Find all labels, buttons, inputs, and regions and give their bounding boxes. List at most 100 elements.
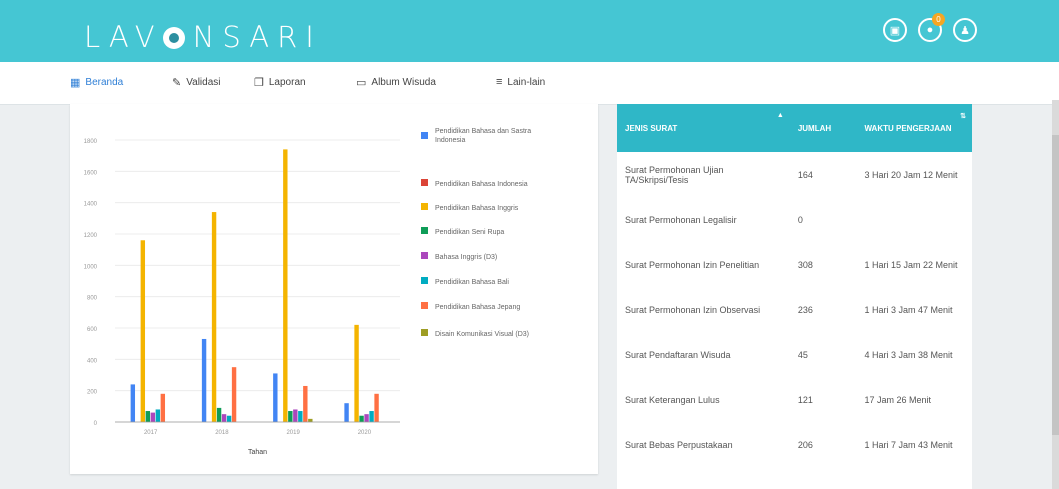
chart-card: 0 200 400 600 800 1000 1200 1400 1600 1800 2017 201… [70, 104, 598, 474]
table-row: Surat Keterangan Lulus 121 17 Jam 26 Menit [617, 377, 972, 422]
x-tick-label: 2019 [286, 430, 300, 436]
legend-label-6: Pendidikan Bahasa Jepang [435, 304, 520, 311]
bar-2019-2 [283, 149, 288, 422]
top-bar: LAV NSARI ▣ ● 0 ♟ [0, 0, 1059, 62]
letters-table: JENIS SURAT ▲ JUMLAH WAKTU PENGERJAAN ⇅ Su… [617, 104, 972, 467]
pencil-icon: ✎ [172, 77, 182, 89]
bar-2020-0 [344, 403, 349, 422]
y-tick-label: 0 [94, 421, 98, 427]
bar-2018-0 [201, 338, 207, 422]
y-tick-label: 1400 [84, 202, 98, 208]
x-tick-label: 2018 [215, 430, 229, 436]
nav-album-wisuda[interactable]: ▭ Album Wisuda [356, 76, 436, 89]
nav-label: Beranda [85, 77, 124, 88]
sort-icon: ▲ [776, 112, 784, 119]
legend-label-0: Pendidikan Bahasa dan Sastra Indonesia [435, 128, 531, 144]
chat-icon[interactable]: ▣ [883, 18, 907, 42]
header-icons: ▣ ● 0 ♟ [883, 13, 977, 42]
cell-waktu: 4 Hari 3 Jam 38 Menit [864, 349, 953, 360]
y-tick-label: 1800 [84, 139, 98, 145]
sort-icon: ⇅ [960, 113, 966, 120]
logo-o-icon [162, 27, 185, 49]
table-row: Surat Bebas Perpustakaan 206 1 Hari 7 Jam … [617, 422, 972, 467]
notification-icon[interactable]: ● 0 [918, 13, 945, 42]
bar-2020-6 [374, 393, 379, 422]
cell-jenis: Surat Keterangan Lulus [625, 394, 720, 405]
nav-label: Laporan [268, 77, 306, 88]
legend-swatch-6 [421, 302, 428, 309]
cell-jumlah: 206 [797, 439, 813, 450]
bar-2019-4 [293, 409, 298, 422]
cell-jumlah: 0 [797, 214, 803, 225]
bar-chart: 0 200 400 600 800 1000 1200 1400 1600 1800 2017 201… [84, 128, 532, 456]
nav-label: Album Wisuda [371, 77, 436, 88]
legend-swatch-0 [421, 132, 428, 139]
cell-jenis: Surat Pendaftaran Wisuda [625, 349, 731, 360]
nav-label: Validasi [186, 77, 221, 88]
table-row: Surat Pendaftaran Wisuda 45 4 Hari 3 Jam 3… [617, 332, 972, 377]
legend-swatch-3 [421, 227, 428, 234]
monitor-icon: ▭ [356, 77, 367, 89]
cell-waktu: 17 Jam 26 Menit [864, 394, 931, 405]
legend-label-7: Disain Komunikasi Visual (D3) [435, 331, 529, 338]
bar-2019-0 [273, 373, 278, 422]
legend-swatch-7 [421, 329, 428, 336]
legend-swatch-2 [421, 203, 428, 210]
bar-2019-6 [303, 385, 308, 422]
logo-text-right: NSARI [192, 20, 322, 54]
bar-2020-5 [369, 411, 374, 422]
bar-2019-7 [308, 418, 313, 422]
table-row: Surat Permohonan Ujian TA/Skripsi/Tesis 1… [617, 152, 972, 197]
bar-2020-2 [354, 324, 359, 422]
bar-2017-2 [140, 240, 146, 422]
y-tick-label: 1200 [84, 233, 98, 239]
bar-2017-4 [150, 412, 156, 422]
legend-swatch-1 [421, 179, 428, 186]
y-tick-label: 200 [87, 390, 98, 396]
bar-2017-6 [160, 393, 166, 422]
cell-waktu: 1 Hari 15 Jam 22 Menit [864, 259, 958, 270]
legend-swatch-4 [421, 252, 428, 259]
x-axis-title: Tahan [248, 449, 267, 456]
bar-2018-5 [226, 415, 232, 422]
legend-label-1: Pendidikan Bahasa Indonesia [435, 181, 528, 188]
col-header-jumlah[interactable]: JUMLAH [789, 104, 857, 152]
table-row: Surat Permohonan Izin Penelitian 308 1 Har… [617, 242, 972, 287]
cell-jumlah: 236 [797, 304, 813, 315]
col-header-jenis[interactable]: JENIS SURAT ▲ [617, 104, 790, 152]
user-icon[interactable]: ♟ [953, 18, 977, 42]
nav-beranda[interactable]: ▦ Beranda [70, 76, 123, 89]
col-header-waktu[interactable]: WAKTU PENGERJAAN ⇅ [856, 104, 972, 152]
table-row: Surat Permohonan Legalisir 0 [617, 197, 972, 242]
bar-2018-6 [231, 367, 237, 422]
table-row: Surat Permohonan Izin Observasi 236 1 Hari… [617, 287, 972, 332]
cell-jenis: Surat Bebas Perpustakaan [625, 439, 733, 450]
notification-badge: 0 [932, 13, 945, 26]
cell-jenis: Surat Permohonan Legalisir [625, 214, 737, 225]
main-nav: ▦ Beranda ✎ Validasi ❐ Laporan ▭ Album W… [0, 62, 1059, 105]
dashboard-icon: ▦ [70, 77, 81, 89]
legend-label-2: Pendidikan Bahasa Inggris [435, 205, 519, 212]
letters-table-card: JENIS SURAT ▲ JUMLAH WAKTU PENGERJAAN ⇅ Su… [617, 104, 972, 489]
y-tick-label: 800 [87, 296, 98, 302]
x-tick-label: 2017 [144, 430, 158, 436]
bar-2017-3 [145, 411, 151, 422]
legend-label-4: Bahasa Inggris (D3) [435, 254, 497, 261]
bar-2017-0 [130, 384, 136, 422]
bar-2018-2 [211, 212, 217, 422]
cell-waktu: 3 Hari 20 Jam 12 Menit [864, 169, 958, 180]
nav-laporan[interactable]: ❐ Laporan [254, 76, 306, 89]
cell-waktu: 1 Hari 3 Jam 47 Menit [864, 304, 953, 315]
nav-validasi[interactable]: ✎ Validasi [172, 76, 221, 89]
copy-icon: ❐ [254, 77, 264, 89]
cell-jumlah: 164 [797, 169, 813, 180]
nav-label: Lain-lain [507, 76, 546, 88]
nav-lain-lain[interactable]: ≡ Lain-lain [496, 76, 545, 88]
y-tick-label: 1600 [84, 170, 98, 176]
legend-label-3: Pendidikan Seni Rupa [435, 229, 504, 236]
cell-jenis: Surat Permohonan Ujian TA/Skripsi/Tesis [625, 164, 724, 185]
logo-text-left: LAV [84, 20, 163, 54]
app-logo[interactable]: LAV NSARI [84, 20, 322, 54]
cell-waktu [856, 197, 972, 242]
scrollbar-thumb[interactable] [1052, 135, 1059, 435]
